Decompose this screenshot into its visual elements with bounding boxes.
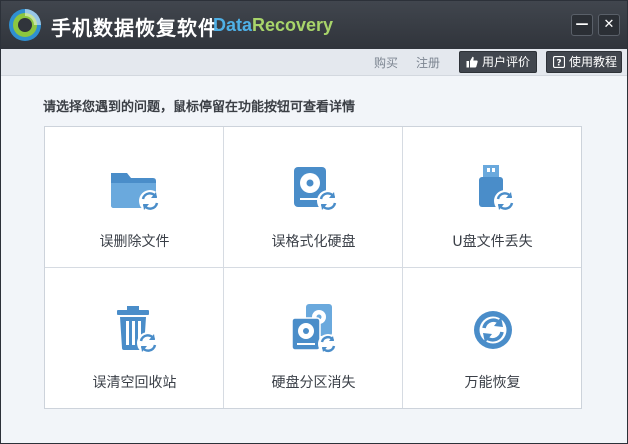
universal-recover-icon xyxy=(473,311,512,349)
brand-name: DataRecovery xyxy=(213,15,333,36)
title-bar[interactable]: 手机数据恢复软件 DataRecovery — ✕ xyxy=(1,1,627,49)
option-label: U盘文件丢失 xyxy=(452,234,533,250)
svg-text:?: ? xyxy=(556,59,561,69)
brand-name-recovery: Recovery xyxy=(252,15,334,35)
instruction-text: 请选择您遇到的问题，鼠标停留在功能按钮可查看详情 xyxy=(43,100,356,115)
option-usb-files-lost[interactable]: U盘文件丢失 xyxy=(403,127,582,268)
register-link[interactable]: 注册 xyxy=(416,54,440,71)
user-review-label: 用户评价 xyxy=(482,55,531,69)
toolbar: 购买 注册 用户评价 ? 使用教程 xyxy=(1,49,627,76)
tutorial-button[interactable]: ? 使用教程 xyxy=(546,51,622,73)
app-title: 手机数据恢复软件 xyxy=(51,16,219,40)
user-review-button[interactable]: 用户评价 xyxy=(459,51,537,73)
buy-link[interactable]: 购买 xyxy=(374,54,398,71)
partition-recover-icon xyxy=(290,304,338,354)
app-window: 手机数据恢复软件 DataRecovery — ✕ 购买 注册 用户评价 ? 使… xyxy=(0,0,628,444)
option-partition-lost[interactable]: 硬盘分区消失 xyxy=(224,268,403,409)
thumbs-up-icon xyxy=(466,56,478,68)
close-button[interactable]: ✕ xyxy=(598,14,620,36)
usb-drive-recover-icon xyxy=(478,165,516,212)
harddisk-recover-icon xyxy=(293,167,339,212)
option-label: 误清空回收站 xyxy=(92,375,177,391)
option-label: 万能恢复 xyxy=(464,375,521,391)
option-deleted-files[interactable]: 误删除文件 xyxy=(45,127,224,268)
folder-recover-icon xyxy=(110,173,161,212)
option-formatted-disk[interactable]: 误格式化硬盘 xyxy=(224,127,403,268)
tutorial-label: 使用教程 xyxy=(569,55,618,69)
option-label: 硬盘分区消失 xyxy=(271,375,356,391)
minimize-button[interactable]: — xyxy=(571,14,593,36)
app-logo-icon xyxy=(9,9,41,41)
recycle-bin-recover-icon xyxy=(116,306,159,354)
option-label: 误删除文件 xyxy=(99,234,170,250)
option-emptied-recycle-bin[interactable]: 误清空回收站 xyxy=(45,268,224,409)
recovery-options-grid: 误删除文件 误格式化硬盘 U盘文件丢失 误清空回收站 硬盘分区消失 万能恢复 xyxy=(44,126,582,409)
option-universal-recovery[interactable]: 万能恢复 xyxy=(403,268,582,409)
help-book-icon: ? xyxy=(553,56,565,68)
option-label: 误格式化硬盘 xyxy=(271,234,356,250)
brand-name-data: Data xyxy=(213,15,253,35)
